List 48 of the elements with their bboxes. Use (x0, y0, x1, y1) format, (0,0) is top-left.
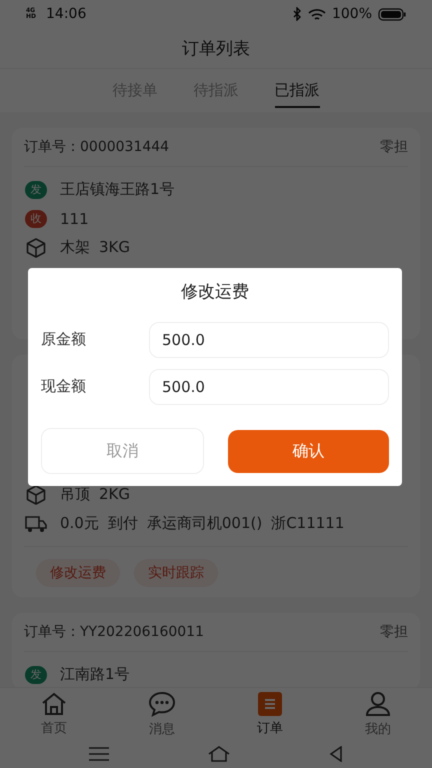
clock-time: 14:06 (46, 6, 86, 22)
freight-info: 到付 (108, 514, 138, 533)
freight-info: 浙C11111 (271, 514, 344, 533)
amount-field[interactable]: 500.0 (149, 322, 389, 358)
order-number: 订单号：YY202206160011 (24, 623, 204, 641)
order-status-tab[interactable]: 已指派 (272, 69, 322, 112)
home-icon (40, 691, 68, 717)
sender-badge: 发 (25, 180, 47, 198)
sender-info: 江南路1号 (60, 665, 130, 684)
battery-icon (378, 8, 406, 20)
order-action-button[interactable]: 修改运费 (36, 559, 120, 587)
dialog-title: 修改运费 (180, 281, 250, 304)
freight-info: 0.0元 (60, 514, 99, 533)
confirm-button[interactable]: 确认 (228, 430, 389, 473)
truck-icon (24, 514, 48, 534)
sender-badge: 发 (25, 666, 47, 684)
sender-info: 王店镇海王路1号 (60, 180, 175, 199)
receiver-info: 111 (60, 210, 89, 228)
chat-icon (147, 690, 177, 718)
bottom-nav-tab[interactable]: 我的 (324, 688, 432, 740)
back-icon[interactable] (328, 746, 343, 762)
amount-field[interactable]: 500.0 (149, 368, 389, 404)
cancel-button[interactable]: 取消 (41, 428, 204, 474)
freight-info: 承运商司机001() (146, 514, 262, 533)
bottom-nav-tab[interactable]: 首页 (0, 688, 108, 740)
list-icon (257, 691, 283, 717)
page-title: 订单列表 (182, 38, 250, 60)
bottom-nav-tab[interactable]: 订单 (216, 688, 324, 740)
amount-label: 原金额 (41, 330, 87, 349)
cargo-info: 2KG (99, 485, 130, 504)
bluetooth-icon (292, 7, 302, 21)
home-icon[interactable] (208, 746, 230, 762)
menu-icon[interactable] (89, 747, 110, 761)
cargo-info: 3KG (99, 238, 130, 257)
box-icon (25, 236, 47, 258)
wifi-icon (308, 8, 326, 20)
order-action-button[interactable]: 实时跟踪 (134, 559, 218, 587)
cargo-info: 木架 (60, 238, 90, 257)
order-type: 零担 (380, 138, 408, 156)
person-icon (364, 690, 392, 718)
order-number: 订单号：0000031444 (24, 138, 170, 156)
amount-label: 现金额 (41, 377, 87, 396)
receiver-badge: 收 (25, 210, 47, 228)
bottom-nav-tab[interactable]: 消息 (108, 688, 216, 740)
battery-percentage: 100% (332, 6, 372, 22)
cargo-info: 吊顶 (60, 485, 90, 504)
order-type: 零担 (380, 623, 408, 641)
box-icon (25, 484, 47, 506)
